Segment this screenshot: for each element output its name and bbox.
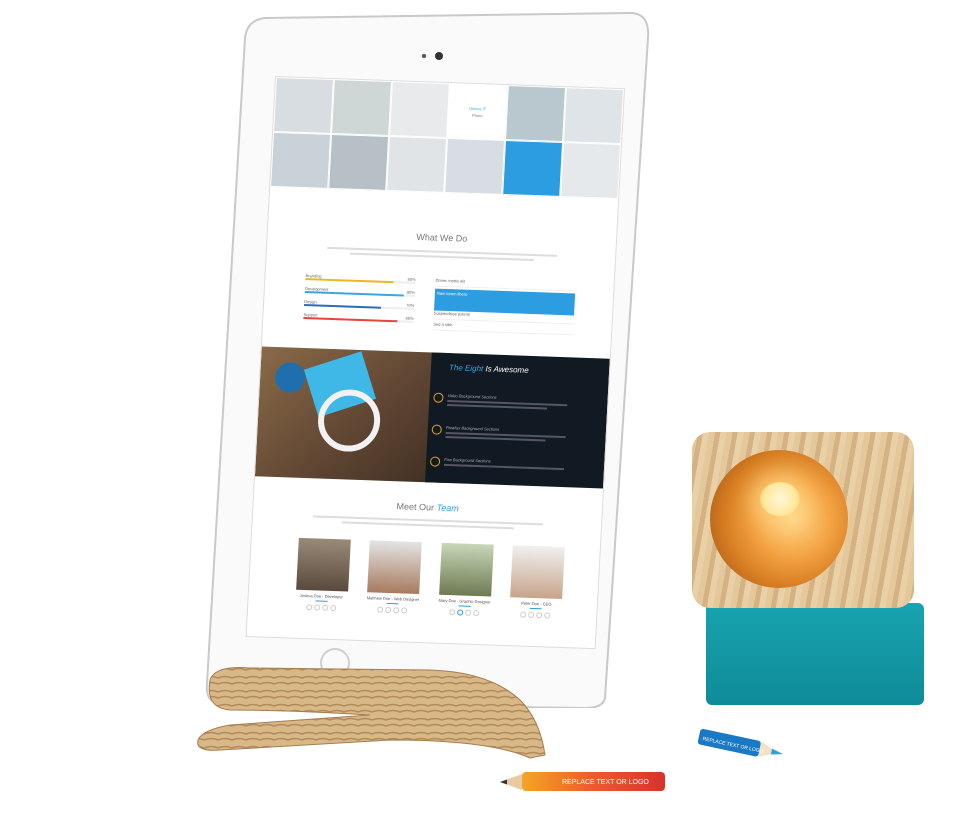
tablet-device: Unicus IT Photo What We Do Branding 80% D… xyxy=(205,8,655,708)
grid-photo-highlight[interactable] xyxy=(502,140,564,197)
social-icons[interactable] xyxy=(436,609,491,617)
tile-title: Unicus IT xyxy=(469,105,487,111)
section-title-team: Meet Our Team xyxy=(396,501,460,514)
lamp-cavity xyxy=(710,450,848,588)
grid-photo[interactable] xyxy=(560,142,622,199)
social-icons[interactable] xyxy=(293,604,348,612)
team-member[interactable]: Peter Doe - CEO xyxy=(508,545,567,619)
grid-photo[interactable] xyxy=(386,135,448,193)
grid-photo[interactable] xyxy=(328,133,390,191)
grid-photo[interactable] xyxy=(389,81,450,139)
grid-photo[interactable] xyxy=(331,79,392,136)
avatar xyxy=(295,537,351,592)
grid-text-tile: Unicus IT Photo xyxy=(447,83,508,141)
lamp-wood-block xyxy=(692,432,914,608)
grid-photo[interactable] xyxy=(273,77,334,134)
feature-item: Parallax Background Sections xyxy=(431,424,586,445)
awesome-title: The Eight Is Awesome xyxy=(448,363,529,375)
desk-photo xyxy=(254,346,452,483)
mug-shape xyxy=(274,362,307,394)
headphones-shape xyxy=(316,388,382,453)
grid-photo[interactable] xyxy=(270,131,332,189)
camera-lens xyxy=(435,52,443,60)
team-member[interactable]: Mary Doe - Graphic Designer xyxy=(436,542,495,617)
lamp-base-block xyxy=(706,603,924,705)
avatar xyxy=(510,545,566,600)
light-bulb xyxy=(760,482,800,516)
awesome-section: The Eight Is Awesome Video Background Se… xyxy=(254,346,610,489)
avatar xyxy=(367,540,422,595)
avatar xyxy=(438,542,494,597)
team-member[interactable]: Joshua Doe - Developer xyxy=(293,537,352,612)
grid-photo[interactable] xyxy=(505,85,566,143)
pencil-small: REPLACE TEXT OR LOGO xyxy=(698,728,784,757)
accordion: Donec mattis elit Nam lorem libero Suspe… xyxy=(432,277,576,338)
social-icons[interactable] xyxy=(365,606,420,614)
grid-photo[interactable] xyxy=(563,87,624,145)
grid-photo[interactable] xyxy=(444,138,506,195)
wooden-stand xyxy=(197,667,546,759)
layers-icon xyxy=(431,424,443,435)
play-icon xyxy=(433,392,444,403)
pencil-large: REPLACE TEXT OR LOGO xyxy=(500,772,665,791)
pencil-label: REPLACE TEXT OR LOGO xyxy=(562,779,649,786)
feature-item: Fixe Background Sections xyxy=(429,456,585,473)
feature-item: Video Background Sections xyxy=(433,392,588,413)
dark-panel: The Eight Is Awesome Video Background Se… xyxy=(424,352,610,489)
skill-bar: Design 70% xyxy=(303,299,415,310)
camera-sensor xyxy=(422,54,426,58)
drop-icon xyxy=(429,456,441,467)
skill-bar: Branding 80% xyxy=(305,273,416,284)
skill-bar: Development 90% xyxy=(304,286,416,297)
section-title-what-we-do: What We Do xyxy=(416,231,468,244)
team-intro-lines xyxy=(312,515,544,530)
skill-bar: Support 85% xyxy=(303,312,414,323)
team-grid: Joshua Doe - Developer Matthew Doe - Web… xyxy=(293,537,567,619)
intro-text-lines xyxy=(327,246,558,267)
team-member[interactable]: Matthew Doe - Web Designer xyxy=(365,540,424,614)
skills-list: Branding 80% Development 90% Design 70% Sup… xyxy=(303,273,416,329)
tile-subtitle: Photo xyxy=(471,112,483,118)
photo-grid: Unicus IT Photo xyxy=(270,77,624,199)
tablet-screen: Unicus IT Photo What We Do Branding 80% D… xyxy=(245,76,626,650)
social-icons[interactable] xyxy=(508,611,563,619)
